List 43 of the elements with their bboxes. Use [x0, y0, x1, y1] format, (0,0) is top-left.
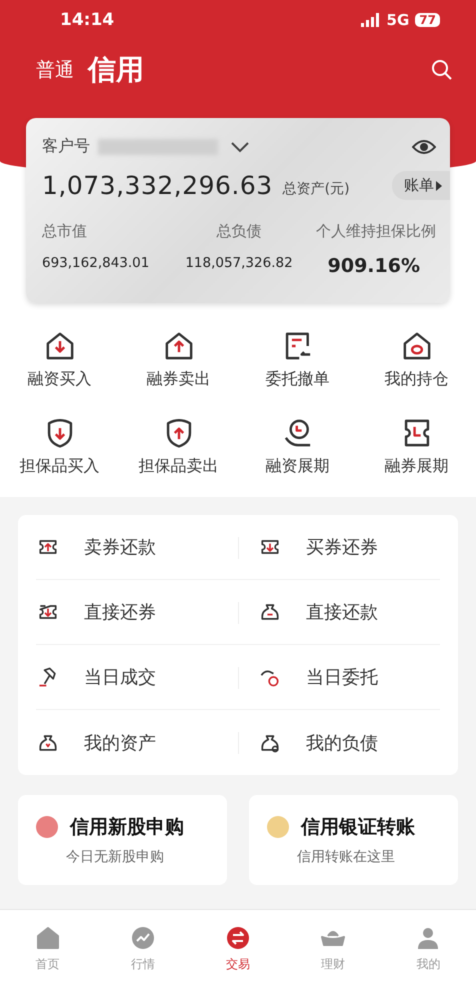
stat-value: 118,057,326.82: [185, 255, 293, 273]
eye-icon[interactable]: [412, 138, 436, 154]
menu-item[interactable]: 直接还款: [238, 580, 440, 645]
stat-label: 个人维持担保比例: [316, 222, 436, 241]
caret-icon: [436, 180, 442, 190]
menu-item[interactable]: 当日委托: [238, 645, 440, 710]
promo-card[interactable]: 信用银证转账 信用转账在这里: [249, 795, 458, 885]
quick-action[interactable]: 融资买入: [0, 329, 119, 390]
customer-label: 客户号: [42, 136, 90, 157]
chevron-down-icon[interactable]: [230, 140, 250, 152]
quick-action[interactable]: 融券卖出: [119, 329, 238, 390]
network-label: 5G: [386, 11, 410, 29]
stat-value: 909.16%: [328, 255, 420, 277]
promo-title: 信用银证转账: [301, 815, 415, 840]
stat-label: 总市值: [42, 222, 87, 241]
total-assets-label: 总资产(元): [282, 180, 350, 198]
menu-item[interactable]: 我的负债: [238, 710, 440, 775]
menu-item[interactable]: 卖券还款: [36, 515, 238, 580]
menu-item[interactable]: 当日成交: [36, 645, 238, 710]
menu-item[interactable]: 我的资产: [36, 710, 238, 775]
tab-bar-item[interactable]: 交易: [190, 910, 286, 986]
promo-title: 信用新股申购: [70, 815, 184, 840]
search-icon[interactable]: [430, 58, 454, 82]
quick-action[interactable]: 委托撤单: [238, 329, 357, 390]
stat-value: 693,162,843.01: [42, 255, 150, 273]
quick-action[interactable]: 担保品买入: [0, 416, 119, 477]
quick-action[interactable]: 融券展期: [357, 416, 476, 477]
account-tab[interactable]: 信用: [88, 51, 144, 89]
status-time: 14:14: [60, 10, 114, 30]
promo-card[interactable]: 信用新股申购 今日无新股申购: [18, 795, 227, 885]
quick-action[interactable]: 我的持仓: [357, 329, 476, 390]
promo-subtitle: 今日无新股申购: [65, 848, 165, 866]
signal-icon: [360, 13, 381, 27]
battery-level: 77: [415, 13, 440, 27]
quick-action[interactable]: 融资展期: [238, 416, 357, 477]
menu-item[interactable]: 直接还券: [36, 580, 238, 645]
total-assets-value: 1,073,332,296.63: [42, 171, 273, 200]
account-tab[interactable]: 普通: [36, 57, 74, 83]
stat-label: 总负债: [216, 222, 262, 241]
quick-action[interactable]: 担保品卖出: [119, 416, 238, 477]
menu-item[interactable]: 买券还券: [238, 515, 440, 580]
promo-subtitle: 信用转账在这里: [296, 848, 396, 866]
statement-button[interactable]: 账单: [392, 171, 450, 200]
